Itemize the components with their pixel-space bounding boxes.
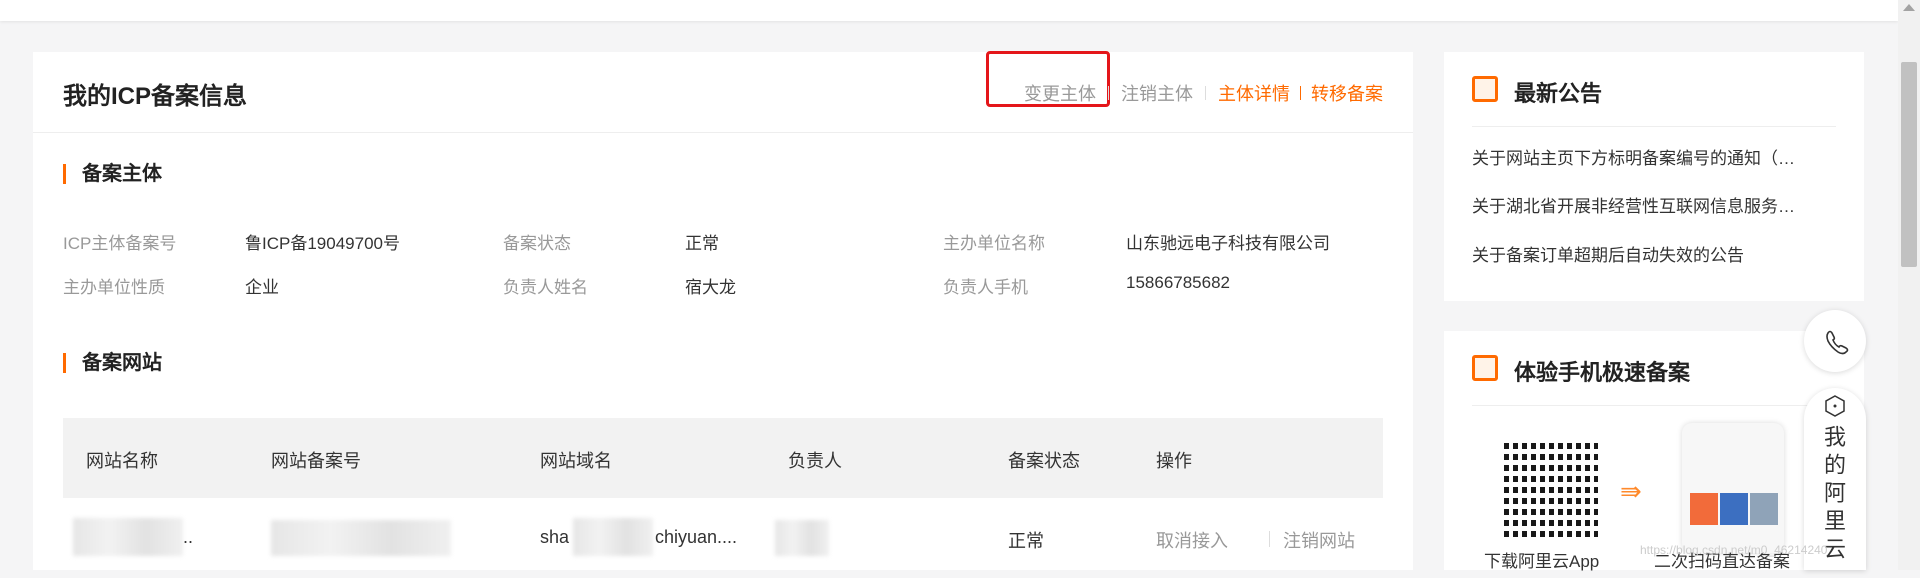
phone-icon xyxy=(1826,330,1849,355)
header-actions: 变更主体 注销主体 主体详情 转移备案 xyxy=(1024,80,1383,106)
announcement-icon xyxy=(1472,76,1498,102)
entity-detail-link[interactable]: 主体详情 xyxy=(1218,80,1290,106)
cancel-entity-link[interactable]: 注销主体 xyxy=(1121,80,1193,106)
divider xyxy=(1300,86,1301,100)
redacted-filing-number xyxy=(271,520,451,556)
change-entity-link[interactable]: 变更主体 xyxy=(1024,80,1096,106)
mobile-title: 体验手机极速备案 xyxy=(1514,360,1691,385)
panel-header: 我的ICP备案信息 变更主体 注销主体 主体详情 转移备案 xyxy=(33,51,1413,133)
watermark: https://blog.csdn.net/m0_46214240 xyxy=(1640,543,1828,557)
table-row: .. sha chiyuan.... 正常 取消接入 注销网站 xyxy=(63,498,1383,578)
announcements-title: 最新公告 xyxy=(1514,81,1603,106)
cube-icon xyxy=(1825,395,1845,417)
field-label: 主办单位性质 xyxy=(63,278,165,297)
field-value: 鲁ICP备19049700号 xyxy=(245,234,400,253)
scroll-thumb[interactable] xyxy=(1901,62,1917,267)
field-label: 负责人手机 xyxy=(943,278,1028,297)
scroll-up-icon[interactable] xyxy=(1903,4,1915,11)
field-value: 15866785682 xyxy=(1126,273,1231,292)
scrollbar[interactable] xyxy=(1898,0,1920,570)
redacted-name xyxy=(73,518,183,556)
divider xyxy=(1472,405,1836,406)
column-header: 网站备案号 xyxy=(271,451,361,471)
domain-prefix: sha xyxy=(540,527,570,547)
caption-download-app: 下载阿里云App xyxy=(1484,552,1600,571)
column-header: 操作 xyxy=(1156,451,1192,471)
transfer-filing-link[interactable]: 转移备案 xyxy=(1311,80,1383,106)
column-header: 网站域名 xyxy=(540,451,612,471)
column-header: 网站名称 xyxy=(86,451,158,471)
field-value: 宿大龙 xyxy=(685,278,736,297)
table-header: 网站名称 网站备案号 网站域名 负责人 备案状态 操作 xyxy=(63,418,1383,498)
redacted-domain xyxy=(573,518,653,556)
icp-info-panel: 我的ICP备案信息 变更主体 注销主体 主体详情 转移备案 备案主体 ICP主体… xyxy=(33,51,1413,570)
section-title-websites: 备案网站 xyxy=(63,353,162,373)
announcement-item[interactable]: 关于备案订单超期后自动失效的公告 xyxy=(1472,241,1842,266)
divider xyxy=(1108,86,1109,100)
cancel-website-link[interactable]: 注销网站 xyxy=(1283,527,1355,553)
site-name-suffix: .. xyxy=(183,527,194,547)
column-header: 负责人 xyxy=(788,451,842,471)
field-label: 主办单位名称 xyxy=(943,234,1045,253)
field-label: 负责人姓名 xyxy=(503,278,588,297)
qr-code-image xyxy=(1500,439,1598,537)
divider xyxy=(1205,86,1206,100)
divider xyxy=(1472,126,1836,127)
phone-preview-image xyxy=(1682,423,1784,553)
domain-suffix: chiyuan.... xyxy=(655,527,738,547)
field-label: ICP主体备案号 xyxy=(63,234,177,253)
field-value: 正常 xyxy=(685,234,719,253)
section-title-entity: 备案主体 xyxy=(63,164,162,184)
redacted-owner xyxy=(775,520,829,556)
announcement-item[interactable]: 关于湖北省开展非经营性互联网信息服务… xyxy=(1472,192,1842,217)
divider xyxy=(1269,531,1270,547)
top-bar xyxy=(0,0,1898,21)
page-title: 我的ICP备案信息 xyxy=(63,83,248,110)
announcement-item[interactable]: 关于网站主页下方标明备案编号的通知（… xyxy=(1472,144,1842,169)
field-label: 备案状态 xyxy=(503,234,571,253)
announcements-panel: 最新公告 关于网站主页下方标明备案编号的通知（… 关于湖北省开展非经营性互联网信… xyxy=(1444,52,1864,301)
website-table: 网站名称 网站备案号 网站域名 负责人 备案状态 操作 .. sha chiyu… xyxy=(63,418,1383,578)
field-value: 企业 xyxy=(245,278,279,297)
mobile-icon xyxy=(1472,355,1498,381)
field-value: 山东驰远电子科技有限公司 xyxy=(1126,234,1330,253)
status-value: 正常 xyxy=(1008,531,1044,551)
column-header: 备案状态 xyxy=(1008,451,1080,471)
phone-contact-button[interactable] xyxy=(1804,310,1866,372)
arrow-right-icon: ⇛ xyxy=(1620,476,1642,506)
unbind-access-link[interactable]: 取消接入 xyxy=(1156,527,1228,553)
mobile-filing-panel: 体验手机极速备案 ⇛ 下载阿里云App 二次扫码直达备案 xyxy=(1444,331,1864,571)
